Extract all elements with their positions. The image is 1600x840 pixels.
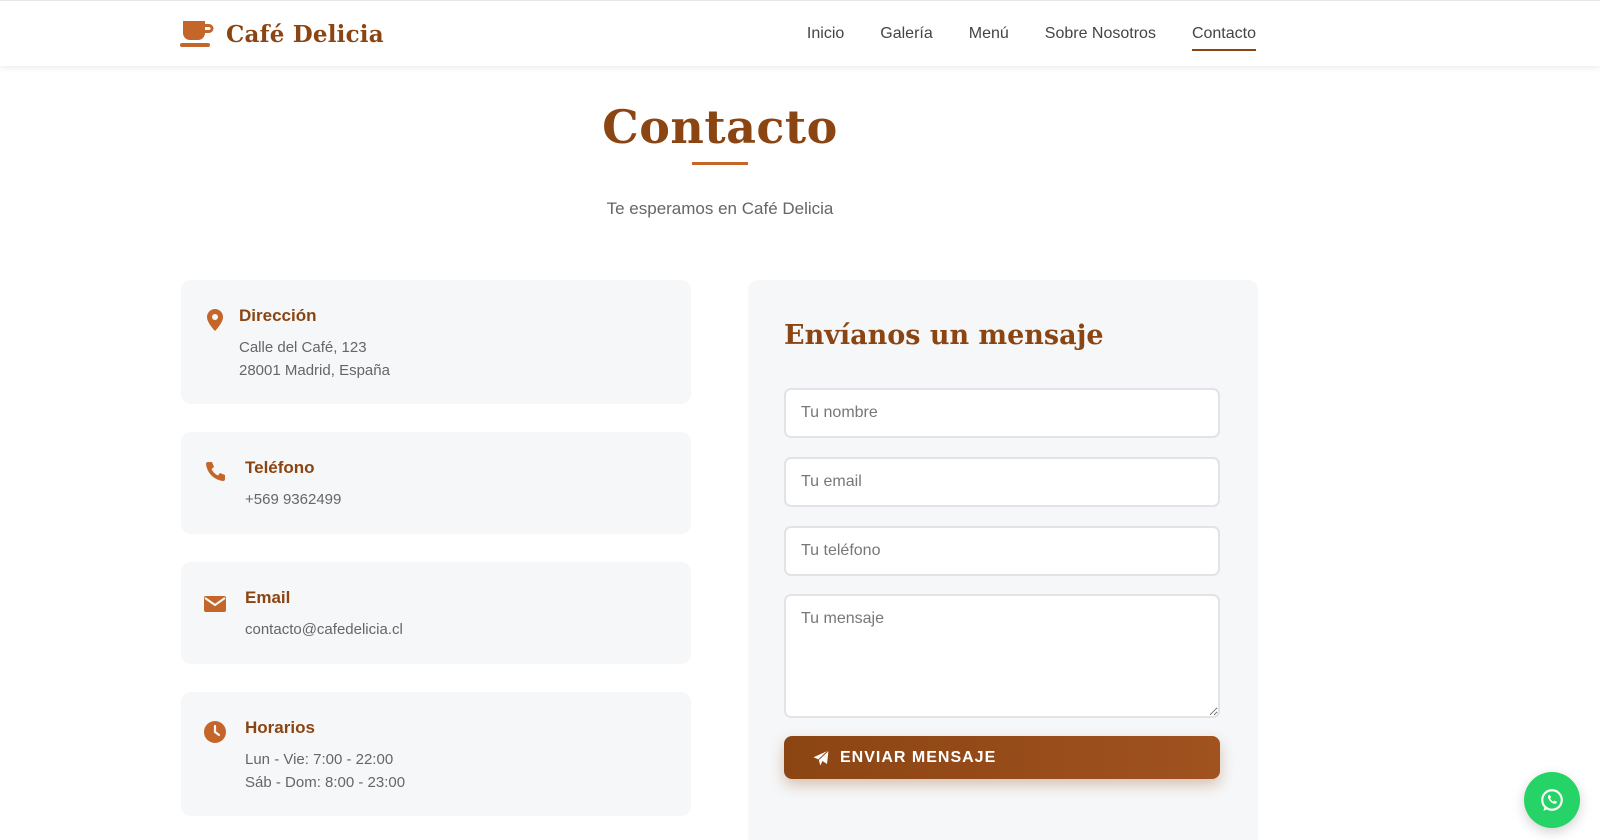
phone-heading: Teléfono	[245, 458, 315, 477]
whatsapp-icon	[1541, 789, 1563, 811]
site-header: Café Delicia Inicio Galería Menú Sobre N…	[0, 0, 1600, 66]
email-address[interactable]: contacto@cafedelicia.cl	[245, 618, 403, 641]
hours-heading: Horarios	[245, 718, 315, 737]
message-textarea[interactable]	[784, 594, 1220, 718]
paper-plane-icon	[813, 749, 829, 765]
hours-weekdays: Lun - Vie: 7:00 - 22:00	[245, 751, 394, 768]
coffee-cup-icon	[180, 21, 214, 47]
phone-card: Teléfono +569 9362499	[181, 432, 691, 534]
email-card: Email contacto@cafedelicia.cl	[181, 562, 691, 664]
envelope-icon	[204, 596, 226, 612]
send-button-label: ENVIAR MENSAJE	[840, 748, 997, 766]
nav-link-galeria[interactable]: Galería	[880, 19, 932, 49]
page-heading: Contacto Te esperamos en Café Delicia	[0, 100, 1440, 219]
hours-card: Horarios Lun - Vie: 7:00 - 22:00 Sáb - D…	[181, 692, 691, 816]
hours-weekend: Sáb - Dom: 8:00 - 23:00	[245, 774, 406, 791]
page-subtitle: Te esperamos en Café Delicia	[606, 199, 834, 218]
address-card: Dirección Calle del Café, 123 28001 Madr…	[181, 280, 691, 404]
page-title: Contacto	[602, 100, 838, 154]
title-underline	[692, 162, 748, 165]
main-nav: Inicio Galería Menú Sobre Nosotros Conta…	[807, 1, 1257, 67]
nav-link-menu[interactable]: Menú	[969, 19, 1009, 49]
send-message-button[interactable]: ENVIAR MENSAJE	[784, 736, 1220, 779]
nav-link-sobre-nosotros[interactable]: Sobre Nosotros	[1045, 19, 1156, 49]
phone-icon	[206, 462, 225, 481]
clock-icon	[204, 721, 226, 743]
address-heading: Dirección	[239, 306, 317, 325]
whatsapp-button[interactable]	[1524, 772, 1580, 828]
contact-form-panel: Envíanos un mensaje ENVIAR MENSAJE	[748, 280, 1258, 840]
map-pin-icon	[207, 309, 223, 331]
email-heading: Email	[245, 588, 291, 607]
phone-input[interactable]	[784, 526, 1220, 576]
nav-link-contacto[interactable]: Contacto	[1191, 19, 1257, 51]
brand-logo[interactable]: Café Delicia	[180, 19, 384, 49]
name-input[interactable]	[784, 388, 1220, 438]
address-line-2: 28001 Madrid, España	[239, 362, 390, 379]
email-input[interactable]	[784, 457, 1220, 507]
nav-link-inicio[interactable]: Inicio	[807, 19, 844, 49]
phone-number[interactable]: +569 9362499	[245, 488, 341, 511]
brand-name: Café Delicia	[226, 20, 384, 48]
form-title: Envíanos un mensaje	[784, 320, 1104, 351]
address-line-1: Calle del Café, 123	[239, 339, 367, 356]
